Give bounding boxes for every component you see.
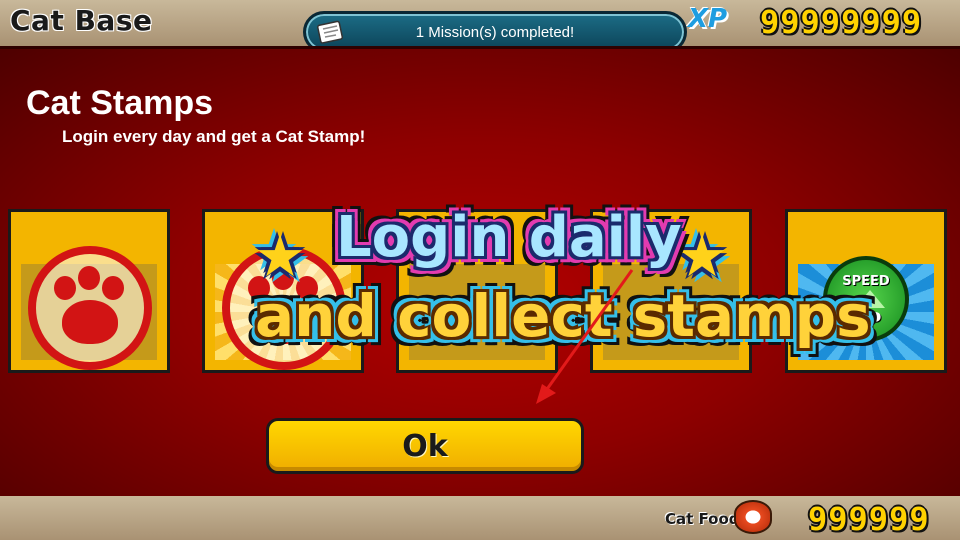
xp-label: XP xyxy=(688,4,728,34)
paw-toe xyxy=(54,276,76,300)
paw-stamp-icon xyxy=(28,246,152,370)
cat-food-value: 999999 xyxy=(808,500,930,538)
star-icon: ★ xyxy=(676,222,728,290)
panel-subtitle: Login every day and get a Cat Stamp! xyxy=(62,127,366,146)
ok-button-label: Ok xyxy=(402,429,448,464)
screen-title: Cat Base xyxy=(10,4,153,37)
paw-pad xyxy=(62,300,118,344)
cat-food-label: Cat Food xyxy=(665,510,740,528)
panel-title: Cat Stamps xyxy=(26,84,214,122)
mission-text: 1 Mission(s) completed! xyxy=(415,24,575,41)
paw-toe xyxy=(102,276,124,300)
star-icon: ★ xyxy=(254,222,306,290)
ok-button[interactable]: Ok xyxy=(266,418,584,474)
banner-line-1: Login daily xyxy=(336,205,682,270)
cat-food-can-icon[interactable] xyxy=(734,500,772,534)
banner-line-2: and collect stamps xyxy=(255,282,871,350)
xp-value: 99999999 xyxy=(760,3,923,41)
paw-toe xyxy=(78,266,100,290)
